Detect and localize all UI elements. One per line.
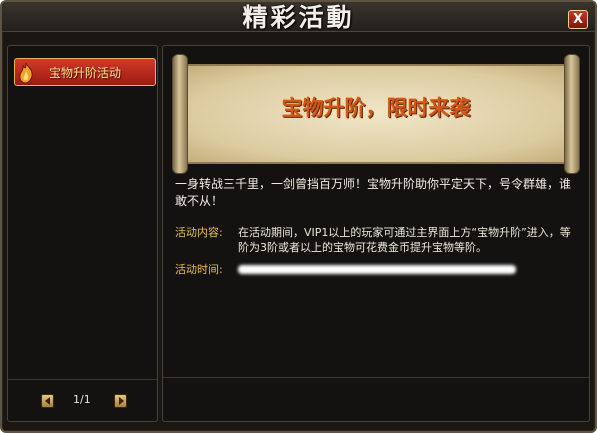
close-button[interactable]: X [568, 10, 588, 29]
activity-content-value: 在活动期间，VIP1以上的玩家可通过主界面上方“宝物升阶”进入，等阶为3阶或者以… [238, 226, 571, 254]
sidebar-item-treasure-upgrade[interactable]: 宝物升阶活动 [14, 58, 156, 86]
pager: 1/1 [8, 379, 157, 419]
activity-time-label: 活动时间: [175, 263, 223, 276]
next-page-button[interactable] [114, 394, 127, 408]
activity-list-panel: 宝物升阶活动 1/1 [7, 45, 158, 422]
sidebar-item-label: 宝物升阶活动 [49, 66, 122, 80]
activity-content-label: 活动内容: [175, 226, 223, 239]
banner-title: 宝物升阶，限时来袭 [281, 96, 471, 120]
title-bar: 精彩活動 X [2, 2, 595, 32]
window-title: 精彩活動 [242, 3, 355, 32]
activity-intro: 一身转战三千里，一剑曾挡百万师！宝物升阶助你平定天下，号令群雄，谁敢不从！ [175, 177, 572, 208]
activity-detail-panel: 宝物升阶，限时来袭 一身转战三千里，一剑曾挡百万师！宝物升阶助你平定天下，号令群… [162, 45, 590, 422]
activity-time-value-redacted [238, 262, 578, 278]
page-indicator: 1/1 [73, 393, 91, 406]
scroll-banner: 宝物升阶，限时来袭 [172, 54, 580, 174]
arrow-right-icon [118, 397, 124, 405]
flame-badge-icon [13, 61, 39, 85]
arrow-left-icon [44, 397, 50, 405]
detail-footer [163, 377, 589, 421]
prev-page-button[interactable] [41, 394, 54, 408]
activity-window: 精彩活動 X 宝物升阶活动 1/1 宝物升阶，限时来袭 一身转战三千里，一剑曾挡… [0, 0, 597, 433]
